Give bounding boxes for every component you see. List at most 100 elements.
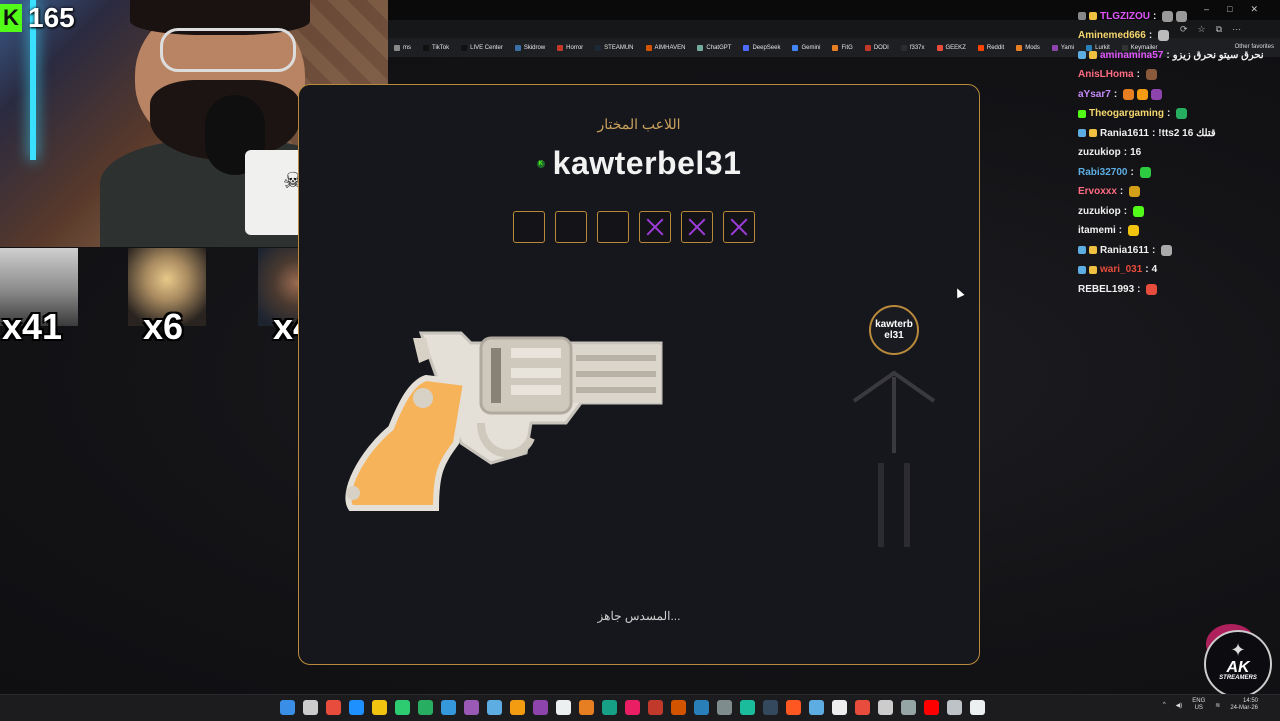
volume-icon[interactable]: ◀) <box>1176 702 1183 709</box>
chat-emote-icon <box>1133 205 1145 217</box>
language-indicator[interactable]: ENG US <box>1192 698 1205 712</box>
chat-emote-icon <box>1123 88 1135 100</box>
chat-message: zuzukiop: <box>1078 203 1145 219</box>
bookmark-favicon-icon <box>461 44 468 51</box>
bookmark-item[interactable]: Mods <box>1010 44 1046 51</box>
selected-player-label: اللاعب المختار <box>597 116 681 132</box>
target-player-avatar: kawterbel31 <box>869 305 919 355</box>
taskbar-app-icon[interactable] <box>556 700 571 715</box>
bookmark-item[interactable]: AIMHAVEN <box>640 44 692 51</box>
chat-text: 16 <box>1130 147 1142 158</box>
chat-username[interactable]: TLGZIZOU <box>1100 11 1150 22</box>
taskbar-app-icon[interactable] <box>418 700 433 715</box>
bookmark-label: LIVE Center <box>470 44 503 51</box>
bookmark-item[interactable]: Yami <box>1046 44 1080 51</box>
taskbar-app-icon[interactable] <box>671 700 686 715</box>
chat-message: Ervoxxx: <box>1078 184 1141 200</box>
chat-username[interactable]: Rania1611 <box>1100 245 1149 256</box>
chat-emote-icon <box>1145 69 1157 80</box>
taskbar-app-icon[interactable] <box>924 700 939 715</box>
chat-username[interactable]: Theogargaming <box>1089 108 1164 119</box>
bookmark-item[interactable]: ms <box>388 44 417 51</box>
taskbar-app-icon[interactable] <box>487 700 502 715</box>
ak-streamers-logo: ✦ AK STREAMERS <box>1204 630 1272 698</box>
chat-emote-icon <box>1146 283 1158 295</box>
settings-icon[interactable]: ⋯ <box>1232 24 1241 35</box>
bookmark-item[interactable]: DeepSeek <box>737 44 786 51</box>
chat-username[interactable]: Aminemed666 <box>1078 30 1146 41</box>
bookmark-item[interactable]: Reddit <box>972 44 1010 51</box>
bookmark-item[interactable]: GEEKZ <box>931 44 972 51</box>
taskbar-app-icon[interactable] <box>326 700 341 715</box>
wifi-icon[interactable]: ≋ <box>1215 702 1220 709</box>
bookmark-item[interactable]: Skidrow <box>509 44 551 51</box>
bookmark-label: f337x <box>909 44 925 51</box>
taskbar-app-icon[interactable] <box>832 700 847 715</box>
taskbar-app-icon[interactable] <box>694 700 709 715</box>
chat-username[interactable]: zuzukiop <box>1078 147 1121 158</box>
taskbar-app-icon[interactable] <box>763 700 778 715</box>
taskbar-app-icon[interactable] <box>510 700 525 715</box>
taskbar-app-icon[interactable] <box>579 700 594 715</box>
chat-username[interactable]: Rabi32700 <box>1078 167 1127 178</box>
taskbar-app-icon[interactable] <box>533 700 548 715</box>
bookmark-item[interactable]: ChatGPT <box>691 44 737 51</box>
windows-start-icon[interactable] <box>280 700 295 715</box>
bookmark-favicon-icon <box>832 44 839 51</box>
chat-username[interactable]: AnisLHoma <box>1078 69 1134 80</box>
close-icon[interactable]: ✕ <box>1250 4 1258 15</box>
taskbar-app-icon[interactable] <box>740 700 755 715</box>
chat-separator: : <box>1113 88 1118 100</box>
taskbar-app-icon[interactable] <box>878 700 893 715</box>
star-icon[interactable]: ☆ <box>1198 24 1206 35</box>
taskbar-app-icon[interactable] <box>717 700 732 715</box>
maximize-icon[interactable]: □ <box>1227 4 1232 15</box>
chat-username[interactable]: Rania1611 <box>1100 128 1149 139</box>
chat-separator: : <box>1167 108 1171 119</box>
bookmark-label: Horror <box>566 44 584 51</box>
bookmark-favicon-icon <box>792 44 799 51</box>
bookmark-favicon-icon <box>1051 44 1058 51</box>
chevron-up-icon[interactable]: ^ <box>1163 702 1166 708</box>
chat-username[interactable]: REBEL1993 <box>1078 284 1134 295</box>
chat-separator: : <box>1151 127 1156 139</box>
taskbar-app-icon[interactable] <box>786 700 801 715</box>
selected-player-name: kawterbel31 <box>552 145 742 181</box>
taskbar-app-icon[interactable] <box>303 700 318 715</box>
bookmark-item[interactable]: f337x <box>895 44 931 51</box>
bookmark-item[interactable]: Gemini <box>786 44 826 51</box>
refresh-icon[interactable]: ⟳ <box>1180 24 1188 35</box>
bookmark-item[interactable]: TikTok <box>417 44 455 51</box>
taskbar-app-icon[interactable] <box>947 700 962 715</box>
chat-username[interactable]: Ervoxxx <box>1078 186 1117 197</box>
chat-username[interactable]: itamemi <box>1078 225 1116 236</box>
chat-username[interactable]: wari_031 <box>1100 264 1142 275</box>
bookmark-item[interactable]: DODI <box>859 44 895 51</box>
extensions-icon[interactable]: ⧉ <box>1216 24 1222 35</box>
bookmark-item[interactable]: Horror <box>551 44 589 51</box>
taskbar-app-icon[interactable] <box>602 700 617 715</box>
taskbar-app-icon[interactable] <box>464 700 479 715</box>
minimize-icon[interactable]: – <box>1204 4 1209 15</box>
taskbar-app-icon[interactable] <box>349 700 364 715</box>
taskbar-app-icon[interactable] <box>855 700 870 715</box>
taskbar-app-icon[interactable] <box>809 700 824 715</box>
chat-username[interactable]: aYsar7 <box>1078 89 1111 100</box>
bookmark-item[interactable]: FitG <box>826 44 858 51</box>
taskbar-app-icon[interactable] <box>441 700 456 715</box>
bookmark-item[interactable]: STEAMUN <box>589 44 639 51</box>
chat-username[interactable]: zuzukiop <box>1078 206 1121 217</box>
clock[interactable]: 14:50 24-Mar-26 <box>1230 698 1258 712</box>
chat-emote-icon <box>1176 10 1188 22</box>
chat-badge-icon <box>1078 12 1086 20</box>
chat-username[interactable]: aminamina57 <box>1100 50 1163 61</box>
taskbar-app-icon[interactable] <box>901 700 916 715</box>
taskbar-app-icon[interactable] <box>625 700 640 715</box>
taskbar-app-icon[interactable] <box>372 700 387 715</box>
bookmark-favicon-icon <box>900 44 907 51</box>
bookmark-item[interactable]: LIVE Center <box>455 44 509 51</box>
taskbar-app-icon[interactable] <box>970 700 985 715</box>
taskbar-app-icon[interactable] <box>395 700 410 715</box>
bookmark-favicon-icon <box>645 44 652 51</box>
taskbar-app-icon[interactable] <box>648 700 663 715</box>
